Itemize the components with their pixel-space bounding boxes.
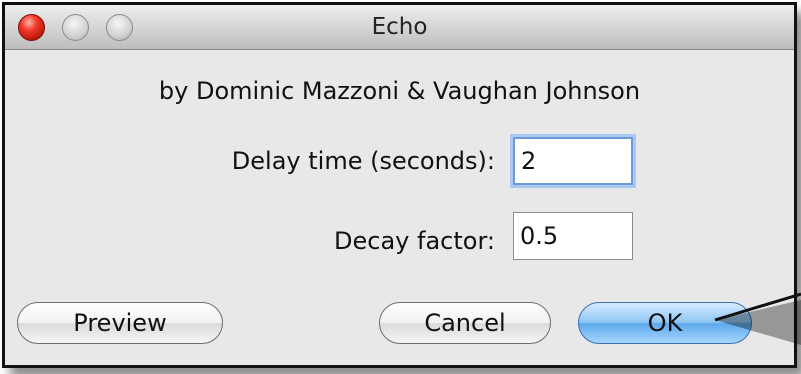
title-bar[interactable]: Echo [5, 5, 794, 50]
ok-button[interactable]: OK [578, 302, 752, 344]
decay-factor-label: Decay factor: [334, 227, 495, 255]
delay-time-label: Delay time (seconds): [231, 147, 495, 175]
echo-dialog-window: Echo by Dominic Mazzoni & Vaughan Johnso… [2, 2, 797, 368]
preview-button[interactable]: Preview [17, 302, 223, 344]
decay-factor-input[interactable] [513, 212, 633, 260]
delay-time-input[interactable] [513, 137, 633, 185]
window-title: Echo [371, 14, 428, 40]
cancel-button[interactable]: Cancel [379, 302, 551, 344]
credits-text: by Dominic Mazzoni & Vaughan Johnson [158, 77, 641, 105]
